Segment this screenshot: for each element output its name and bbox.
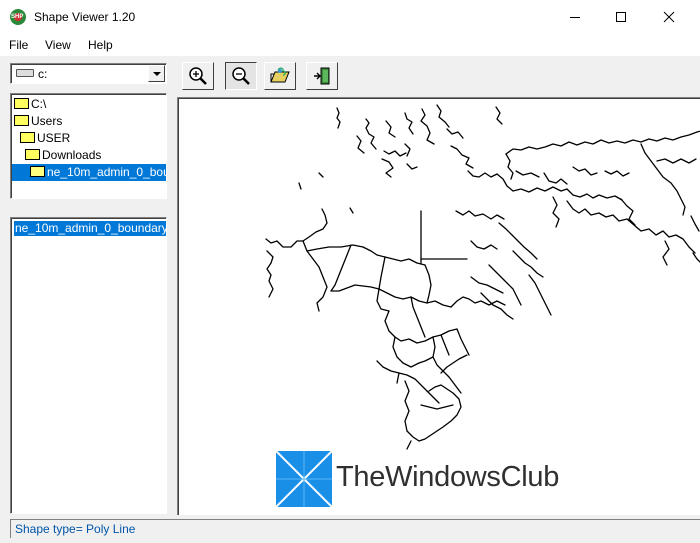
tree-item-downloads[interactable]: Downloads <box>25 147 101 164</box>
watermark-text: TheWindowsClub <box>336 461 560 493</box>
folder-open-icon <box>14 115 29 126</box>
toolbar <box>176 60 700 94</box>
tree-item-label: Users <box>31 114 63 128</box>
zoom-in-icon <box>189 67 207 85</box>
windows-logo-icon <box>276 451 332 507</box>
file-list-item[interactable]: ne_10m_admin_0_boundary <box>14 221 166 236</box>
window-title: Shape Viewer 1.20 <box>34 10 136 24</box>
open-map-button[interactable] <box>264 62 296 90</box>
app-icon: SHP <box>10 9 26 25</box>
menu-help[interactable]: Help <box>88 38 113 52</box>
app-icon-text: SHP <box>11 14 24 20</box>
tree-item-label: USER <box>37 131 71 145</box>
maximize-icon <box>616 12 626 22</box>
menu-view[interactable]: View <box>45 38 71 52</box>
chevron-down-icon[interactable] <box>148 65 165 82</box>
drive-value: c: <box>38 67 48 81</box>
file-list[interactable]: ne_10m_admin_0_boundary <box>10 217 167 514</box>
folder-open-icon <box>14 98 29 109</box>
zoom-out-icon <box>232 67 250 85</box>
menu-file[interactable]: File <box>9 38 28 52</box>
drive-selector[interactable]: c: <box>10 63 167 84</box>
menu-bar: File View Help <box>0 34 700 56</box>
tree-item-label: C:\ <box>31 97 47 111</box>
exit-door-icon <box>314 67 330 85</box>
status-bar: Shape type= Poly Line <box>10 519 700 538</box>
tree-item-label: Downloads <box>42 148 102 162</box>
watermark: TheWindowsClub <box>276 449 596 509</box>
tree-item-user[interactable]: USER <box>20 130 70 147</box>
exit-button[interactable] <box>306 62 338 90</box>
folder-tree[interactable]: C:\ Users USER Downloads ne_10m_admin_0_… <box>10 93 167 199</box>
folder-open-icon <box>25 149 40 160</box>
minimize-icon <box>570 17 580 18</box>
close-icon <box>663 11 675 23</box>
map-folder-icon <box>270 67 290 83</box>
folder-open-icon <box>20 132 35 143</box>
status-text: Shape type= Poly Line <box>15 522 136 536</box>
maximize-button[interactable] <box>598 0 644 34</box>
zoom-in-button[interactable] <box>182 62 214 90</box>
close-button[interactable] <box>646 0 692 34</box>
zoom-out-button[interactable] <box>225 62 257 90</box>
tree-item-selected-folder[interactable]: ne_10m_admin_0_bour <box>12 164 167 181</box>
drive-icon <box>16 69 34 77</box>
tree-item-label: ne_10m_admin_0_bour <box>47 165 167 179</box>
tree-item-root[interactable]: C:\ <box>14 96 46 113</box>
title-bar: SHP Shape Viewer 1.20 <box>0 0 700 34</box>
folder-icon <box>30 166 45 177</box>
tree-item-users[interactable]: Users <box>14 113 62 130</box>
minimize-button[interactable] <box>552 0 598 34</box>
